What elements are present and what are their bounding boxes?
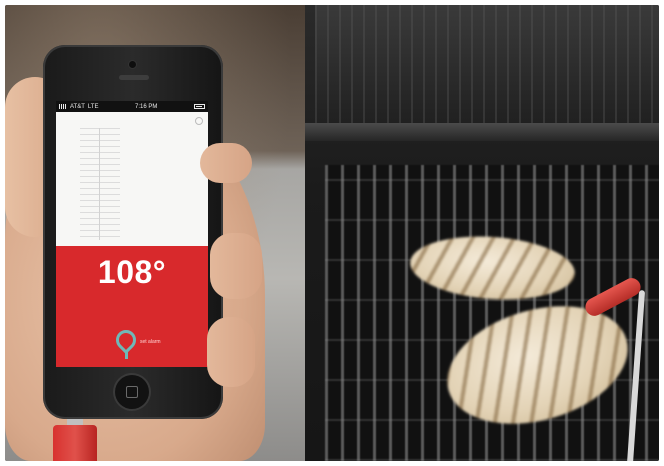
gauge-area <box>56 112 208 246</box>
temperature-panel: 108° set alarm <box>56 246 208 367</box>
signal-icon <box>59 104 67 109</box>
set-alarm-link[interactable]: set alarm <box>140 339 161 345</box>
gear-icon[interactable] <box>195 117 203 125</box>
temperature-scale <box>80 128 120 240</box>
finger-bottom <box>207 317 255 387</box>
grill-rim <box>305 123 659 141</box>
grill-lid <box>315 5 659 125</box>
front-camera <box>129 61 136 68</box>
temperature-readout: 108° <box>97 254 167 290</box>
phone-screen: AT&T LTE 7:16 PM 108° set alarm <box>56 101 208 367</box>
status-bar: AT&T LTE 7:16 PM <box>56 101 208 112</box>
home-button[interactable] <box>115 375 149 409</box>
carrier-label: AT&T <box>70 103 85 110</box>
smartphone: AT&T LTE 7:16 PM 108° set alarm <box>43 45 223 419</box>
finger-top <box>200 143 252 183</box>
clock: 7:16 PM <box>135 103 158 110</box>
photo-scene: AT&T LTE 7:16 PM 108° set alarm <box>5 5 659 461</box>
earpiece-speaker <box>119 75 149 80</box>
finger-middle <box>210 233 262 299</box>
battery-icon <box>194 104 205 109</box>
network-label: LTE <box>87 103 99 110</box>
probe-adapter <box>53 425 97 461</box>
pin-tail <box>125 350 128 359</box>
